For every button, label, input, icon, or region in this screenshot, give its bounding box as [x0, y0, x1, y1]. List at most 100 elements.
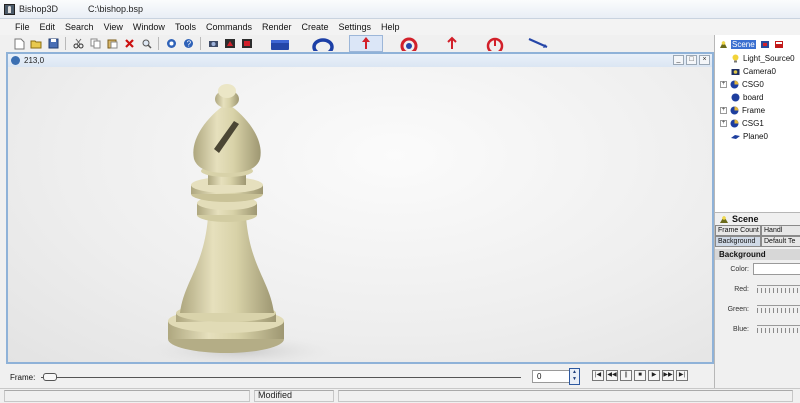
- save-icon[interactable]: [46, 37, 60, 51]
- red-slider[interactable]: [757, 285, 800, 286]
- status-cell: [338, 390, 793, 402]
- box-tool-icon[interactable]: [263, 35, 297, 52]
- first-frame-icon[interactable]: |◀: [592, 370, 604, 381]
- tab-default-texture[interactable]: Default Te: [761, 236, 800, 247]
- tree-item-light-source0[interactable]: Light_Source0: [731, 52, 795, 64]
- right-panel: Scene Light_Source0 Camera0 + CSG0 board…: [714, 35, 800, 388]
- copy-icon[interactable]: [88, 37, 102, 51]
- tree-item-label: Light_Source0: [743, 53, 795, 63]
- menu-bar: File Edit Search View Window Tools Comma…: [0, 19, 800, 35]
- tree-toolbar-icon[interactable]: [760, 40, 770, 49]
- help-icon[interactable]: ?: [181, 37, 195, 51]
- blue-slider[interactable]: [757, 325, 800, 326]
- green-row: Green:: [715, 300, 800, 320]
- menu-file[interactable]: File: [10, 22, 35, 32]
- tab-frame-count[interactable]: Frame Count: [715, 225, 761, 236]
- color-row: Color:: [715, 260, 800, 280]
- tab-background[interactable]: Background: [715, 236, 761, 247]
- torus-tool-icon[interactable]: [306, 35, 340, 52]
- green-slider[interactable]: [757, 305, 800, 306]
- frame-input[interactable]: 0: [532, 370, 570, 383]
- slider-track: [41, 377, 522, 378]
- render-icon[interactable]: [164, 37, 178, 51]
- render-region-icon[interactable]: [240, 37, 254, 51]
- expand-toggle[interactable]: +: [720, 119, 727, 127]
- tree-item-label: CSG0: [742, 79, 764, 89]
- camera-icon[interactable]: [206, 37, 220, 51]
- tree-item-csg0[interactable]: + CSG0: [720, 78, 764, 90]
- tab-handle[interactable]: Handl: [761, 225, 800, 236]
- camera-icon: [731, 68, 740, 75]
- close-button[interactable]: ×: [699, 55, 710, 65]
- menu-settings[interactable]: Settings: [334, 22, 377, 32]
- menu-edit[interactable]: Edit: [35, 22, 61, 32]
- render-canvas[interactable]: [8, 67, 712, 362]
- green-label: Green:: [727, 306, 749, 313]
- tree-item-board[interactable]: board: [731, 91, 763, 103]
- tree-root-label: Scene: [731, 39, 756, 49]
- blue-row: Blue:: [715, 320, 800, 340]
- scene-icon: [720, 40, 727, 48]
- properties-panel: Scene Frame Count Handl Background Defau…: [715, 212, 800, 388]
- prev-frame-icon[interactable]: ◀◀: [606, 370, 618, 381]
- pause-icon[interactable]: ||: [620, 370, 632, 381]
- tree-item-csg1[interactable]: + CSG1: [720, 117, 764, 129]
- red-row: Red:: [715, 280, 800, 300]
- paste-icon[interactable]: [105, 37, 119, 51]
- properties-header: Scene: [715, 213, 800, 225]
- minimize-button[interactable]: _: [673, 55, 684, 65]
- menu-search[interactable]: Search: [60, 22, 99, 32]
- blue-label: Blue:: [733, 326, 749, 333]
- viewport-coordinate: 213,0: [24, 56, 45, 65]
- bishop-chess-piece: [145, 84, 335, 362]
- slider-ticks: [757, 308, 800, 313]
- find-icon[interactable]: [139, 37, 153, 51]
- tab-row: Background Default Te: [715, 236, 800, 247]
- open-icon[interactable]: [29, 37, 43, 51]
- toolbar-separator: [65, 37, 66, 50]
- tree-item-plane0[interactable]: Plane0: [731, 130, 768, 142]
- frame-spinner[interactable]: ▲ ▼: [569, 368, 580, 385]
- frame-slider[interactable]: [41, 371, 522, 383]
- frame-bar: Frame: 0 ▲ ▼ |◀ ◀◀ || ■ ▶ ▶▶ ▶|: [0, 366, 714, 388]
- move-tool-icon[interactable]: [349, 35, 383, 52]
- cut-icon[interactable]: [71, 37, 85, 51]
- menu-help[interactable]: Help: [376, 22, 405, 32]
- object-icon: [731, 93, 740, 101]
- menu-commands[interactable]: Commands: [201, 22, 257, 32]
- menu-tools[interactable]: Tools: [170, 22, 201, 32]
- expand-toggle[interactable]: +: [720, 80, 727, 88]
- menu-render[interactable]: Render: [257, 22, 297, 32]
- maximize-button[interactable]: □: [686, 55, 697, 65]
- csg-icon: [730, 106, 739, 114]
- menu-create[interactable]: Create: [297, 22, 334, 32]
- tree-item-label: Plane0: [743, 131, 768, 141]
- scale-tool-icon[interactable]: [392, 35, 426, 52]
- status-text: Modified: [258, 390, 293, 400]
- plane-icon: [731, 134, 740, 139]
- tree-item-camera0[interactable]: Camera0: [731, 65, 776, 77]
- color-field[interactable]: [753, 263, 800, 275]
- rotate-arrow-tool-icon[interactable]: [435, 35, 469, 52]
- line-tool-icon[interactable]: [521, 35, 555, 52]
- menu-view[interactable]: View: [99, 22, 128, 32]
- scene-tree: Scene Light_Source0 Camera0 + CSG0 board…: [715, 35, 800, 210]
- last-frame-icon[interactable]: ▶|: [676, 370, 688, 381]
- menu-window[interactable]: Window: [128, 22, 170, 32]
- slider-thumb[interactable]: [43, 373, 58, 381]
- expand-toggle[interactable]: +: [720, 106, 727, 114]
- light-bulb-icon: [732, 54, 739, 62]
- stop-icon[interactable]: ■: [634, 370, 646, 381]
- app-title: Bishop3D: [19, 4, 59, 14]
- next-frame-icon[interactable]: ▶▶: [662, 370, 674, 381]
- new-file-icon[interactable]: [12, 37, 26, 51]
- tree-root[interactable]: Scene: [719, 38, 784, 50]
- delete-icon[interactable]: [122, 37, 136, 51]
- rotate-tool-icon[interactable]: [478, 35, 512, 52]
- render-scene-icon[interactable]: [223, 37, 237, 51]
- playback-controls: |◀ ◀◀ || ■ ▶ ▶▶ ▶|: [592, 370, 688, 381]
- play-icon[interactable]: ▶: [648, 370, 660, 381]
- tree-toolbar-icon[interactable]: [774, 40, 784, 49]
- tree-item-label: Camera0: [743, 66, 776, 76]
- tree-item-frame[interactable]: + Frame: [720, 104, 765, 116]
